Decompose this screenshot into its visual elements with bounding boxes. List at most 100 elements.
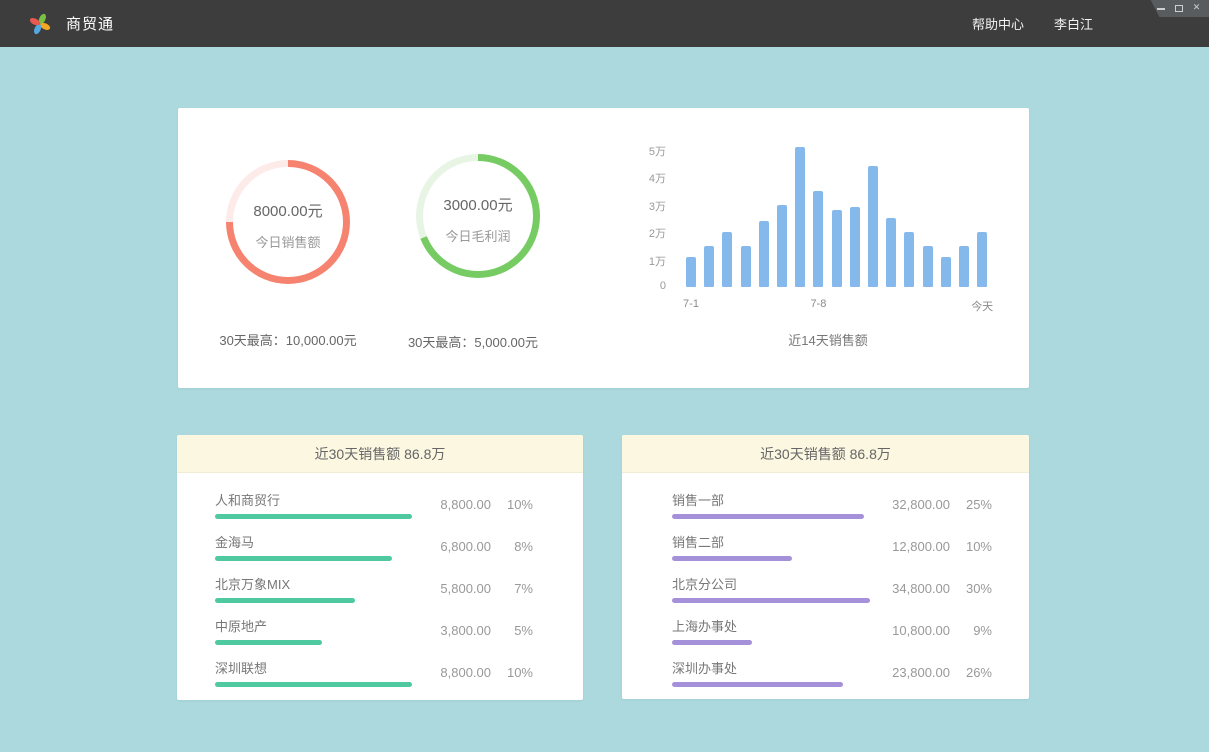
- app-window: 商贸通 帮助中心 李白江 ✕ 8000.00元 今日销售额 30天最高：10,0…: [0, 0, 1209, 752]
- list-item-main: 北京分公司: [672, 574, 875, 603]
- minimize-icon[interactable]: [1156, 4, 1165, 13]
- chart-bar: [813, 191, 823, 287]
- help-center-link[interactable]: 帮助中心: [972, 14, 1024, 33]
- list-item-percent: 26%: [958, 665, 992, 680]
- list-item-main: 金海马: [215, 532, 416, 561]
- x-axis-tick: 今天: [952, 298, 1012, 314]
- chart-bar: [977, 232, 987, 287]
- list-item-value: 32,800.00: [875, 497, 950, 512]
- maximize-icon[interactable]: [1174, 4, 1183, 13]
- today-sales-donut-center: 8000.00元 今日销售额: [233, 167, 343, 277]
- list-item-value: 8,800.00: [416, 665, 491, 680]
- y-axis-tick: 3万: [638, 198, 666, 214]
- list-item-main: 北京万象MIX: [215, 574, 416, 603]
- chart-bar: [941, 257, 951, 287]
- list-item: 北京万象MIX5,800.00 7%: [177, 574, 583, 603]
- list-item: 北京分公司34,800.00 30%: [622, 574, 1029, 603]
- list-item-value: 12,800.00: [875, 539, 950, 554]
- y-axis-tick: 2万: [638, 225, 666, 241]
- chart-bar: [904, 232, 914, 287]
- list-item: 上海办事处10,800.00 9%: [622, 616, 1029, 645]
- y-axis-tick: 0: [638, 280, 666, 292]
- list-item-bar: [215, 682, 412, 687]
- list-item-name: 销售二部: [672, 532, 875, 551]
- list-item: 人和商贸行8,800.00 10%: [177, 490, 583, 519]
- y-axis-tick: 4万: [638, 170, 666, 186]
- chart-bar: [850, 207, 860, 287]
- today-sales-value: 8000.00元: [253, 200, 322, 221]
- list-item-main: 销售二部: [672, 532, 875, 561]
- list-item: 销售二部12,800.0010%: [622, 532, 1029, 561]
- list-item-bar: [215, 640, 322, 645]
- app-title: 商贸通: [66, 13, 114, 34]
- customers-sales-card: 近30天销售额 86.8万 人和商贸行8,800.0010%金海马6,800.0…: [177, 435, 583, 700]
- list-item-percent: 9%: [958, 623, 992, 638]
- list-item-main: 深圳联想: [215, 658, 416, 687]
- list-item-main: 上海办事处: [672, 616, 875, 645]
- list-item-percent: 25%: [958, 497, 992, 512]
- x-axis-tick: 7-1: [661, 298, 721, 310]
- list-item: 中原地产3,800.00 5%: [177, 616, 583, 645]
- today-profit-donut-center: 3000.00元 今日毛利润: [423, 161, 533, 271]
- chart-bar: [704, 246, 714, 287]
- customers-list: 人和商贸行8,800.0010%金海马6,800.008%北京万象MIX5,80…: [177, 473, 583, 687]
- list-item-value: 10,800.00: [875, 623, 950, 638]
- list-item-value: 23,800.00: [875, 665, 950, 680]
- list-item-name: 金海马: [215, 532, 416, 551]
- list-item-main: 销售一部: [672, 490, 875, 519]
- list-item-name: 中原地产: [215, 616, 416, 635]
- bar-chart-title: 近14天销售额: [638, 330, 1018, 349]
- list-item-main: 人和商贸行: [215, 490, 416, 519]
- list-item-bar: [672, 514, 864, 519]
- list-item-name: 销售一部: [672, 490, 875, 509]
- chart-bar: [722, 232, 732, 287]
- list-item: 金海马6,800.008%: [177, 532, 583, 561]
- list-item-value: 8,800.00: [416, 497, 491, 512]
- chart-bar: [959, 246, 969, 287]
- list-item-percent: 10%: [499, 497, 533, 512]
- list-item: 深圳联想8,800.0010%: [177, 658, 583, 687]
- today-sales-donut: 8000.00元 今日销售额: [226, 160, 350, 284]
- today-profit-label: 今日毛利润: [445, 226, 510, 245]
- departments-card-title: 近30天销售额 86.8万: [622, 435, 1029, 473]
- x-axis-tick: 7-8: [788, 298, 848, 310]
- y-axis-tick: 5万: [638, 143, 666, 159]
- today-profit-value: 3000.00元: [443, 194, 512, 215]
- titlebar: 商贸通 帮助中心 李白江 ✕: [0, 0, 1209, 47]
- chart-bar: [777, 205, 787, 288]
- list-item-bar: [672, 598, 870, 603]
- list-item-bar: [672, 640, 752, 645]
- list-item: 销售一部32,800.00 25%: [622, 490, 1029, 519]
- list-item-value: 5,800.00: [416, 581, 491, 596]
- profit-30day-high: 30天最高：5,000.00元: [353, 332, 593, 351]
- customers-card-title: 近30天销售额 86.8万: [177, 435, 583, 473]
- list-item-value: 34,800.00: [875, 581, 950, 596]
- list-item-name: 深圳办事处: [672, 658, 875, 677]
- list-item-percent: 7%: [499, 581, 533, 596]
- pinwheel-logo-icon: [28, 12, 52, 36]
- list-item-name: 人和商贸行: [215, 490, 416, 509]
- list-item-bar: [215, 598, 355, 603]
- departments-sales-card: 近30天销售额 86.8万 销售一部32,800.00 25% 销售二部12,800…: [622, 435, 1029, 699]
- list-item-percent: 30%: [958, 581, 992, 596]
- today-profit-donut: 3000.00元 今日毛利润: [416, 154, 540, 278]
- list-item-value: 3,800.00: [416, 623, 491, 638]
- list-item: 深圳办事处23,800.00 26%: [622, 658, 1029, 687]
- list-item-name: 北京分公司: [672, 574, 875, 593]
- chart-bar: [886, 218, 896, 287]
- chart-bar: [795, 147, 805, 287]
- titlebar-right: 帮助中心 李白江: [972, 14, 1093, 33]
- chart-bar: [759, 221, 769, 287]
- window-controls: ✕: [1147, 0, 1209, 17]
- list-item-main: 深圳办事处: [672, 658, 875, 687]
- today-summary-card: 8000.00元 今日销售额 30天最高：10,000.00元 3000.00元…: [178, 108, 1029, 388]
- sales-14day-bar-chart: 近14天销售额 0 1万 2万 3万 4万 5万 7-1 7-8 今天: [638, 128, 1018, 378]
- list-item-percent: 5%: [499, 623, 533, 638]
- username-menu[interactable]: 李白江: [1054, 14, 1093, 33]
- list-item-name: 深圳联想: [215, 658, 416, 677]
- list-item-bar: [215, 514, 412, 519]
- chart-bar: [868, 166, 878, 287]
- departments-list: 销售一部32,800.00 25% 销售二部12,800.0010% 北京分公司34,…: [622, 473, 1029, 687]
- y-axis-tick: 1万: [638, 253, 666, 269]
- close-icon[interactable]: ✕: [1192, 4, 1201, 13]
